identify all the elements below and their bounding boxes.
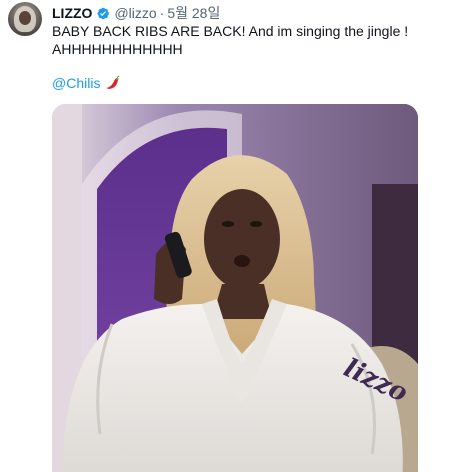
mention-line: @Chilis — [52, 74, 122, 92]
timestamp[interactable]: 5월 28일 — [167, 3, 220, 23]
tweet[interactable]: LIZZO @lizzo · 5월 28일 BABY BACK RIBS ARE… — [0, 0, 455, 472]
tweet-header: LIZZO @lizzo · 5월 28일 — [52, 3, 220, 23]
separator: · — [159, 5, 165, 21]
chili-pepper-icon — [106, 75, 120, 89]
mention-link[interactable]: @Chilis — [52, 74, 100, 92]
tweet-media[interactable]: lizzo — [52, 104, 418, 472]
avatar-face — [19, 11, 31, 25]
handle[interactable]: @lizzo — [114, 5, 156, 21]
display-name[interactable]: LIZZO — [52, 5, 92, 21]
avatar[interactable] — [8, 2, 42, 36]
video-still: lizzo — [52, 104, 418, 472]
tweet-text: BABY BACK RIBS ARE BACK! And im singing … — [52, 23, 409, 57]
verified-badge-icon — [97, 7, 110, 19]
